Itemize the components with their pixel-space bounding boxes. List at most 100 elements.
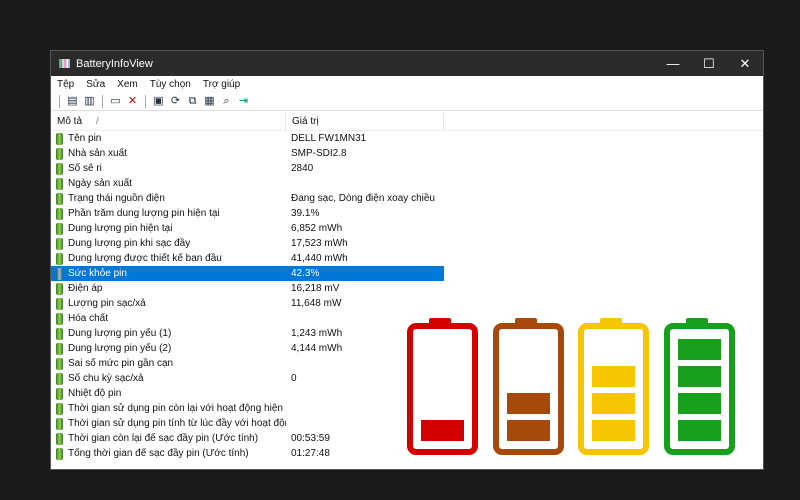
battery-icon	[56, 312, 63, 325]
column-description[interactable]: Mô tả /	[51, 113, 286, 130]
close-button[interactable]: ✕	[727, 56, 763, 72]
battery-bar	[506, 393, 550, 414]
menu-help[interactable]: Trợ giúp	[203, 79, 240, 90]
row-label: Sai số mức pin gần cạn	[68, 358, 174, 369]
table-row[interactable]: Hóa chất	[51, 311, 444, 326]
row-value: 00:53:59	[291, 433, 330, 444]
menu-options[interactable]: Tùy chọn	[150, 79, 191, 90]
battery-icon	[56, 192, 63, 205]
table-row[interactable]: Trạng thái nguồn điện Đang sạc, Dòng điện…	[51, 191, 444, 206]
battery-log-icon[interactable]: ▥	[83, 95, 96, 108]
battery-icon	[56, 222, 63, 235]
row-label: Dung lượng pin khi sạc đầy	[68, 238, 191, 249]
row-label: Tổng thời gian để sạc đầy pin (Ước tính)	[68, 448, 249, 459]
row-value: 17,523 mWh	[291, 238, 348, 249]
table-row[interactable]: Số chu kỳ sạc/xả 0	[51, 371, 444, 386]
table-row[interactable]: Số sê ri 2840	[51, 161, 444, 176]
table-row[interactable]: Dung lượng được thiết kế ban đầu 41,440 m…	[51, 251, 444, 266]
table-row[interactable]: Lượng pin sạc/xả 11,648 mW	[51, 296, 444, 311]
battery-icon	[56, 342, 63, 355]
table-row[interactable]: Sức khỏe pin 42.3%	[51, 266, 444, 281]
row-label: Thời gian sử dụng pin tính từ lúc đầy vớ…	[68, 418, 286, 429]
battery-icon	[56, 297, 63, 310]
row-label: Ngày sản xuất	[68, 178, 132, 189]
battery-bar	[506, 420, 550, 441]
table-row[interactable]: Sai số mức pin gần cạn	[51, 356, 444, 371]
battery-bar	[677, 393, 721, 414]
table-row[interactable]: Dung lượng pin yếu (1) 1,243 mWh	[51, 326, 444, 341]
find-icon[interactable]: ⌕	[220, 95, 233, 108]
row-value: 16,218 mV	[291, 283, 340, 294]
row-label: Điện áp	[68, 283, 103, 294]
row-label: Tên pin	[68, 133, 102, 144]
table-row[interactable]: Nhiệt độ pin	[51, 386, 444, 401]
table-row[interactable]: Thời gian còn lại để sạc đầy pin (Ước tí…	[51, 431, 444, 446]
menu-view[interactable]: Xem	[117, 79, 138, 90]
row-value: 39.1%	[291, 208, 320, 219]
maximize-button[interactable]: ☐	[691, 56, 727, 72]
table-row[interactable]: Thời gian sử dụng pin tính từ lúc đầy vớ…	[51, 416, 444, 431]
column-value[interactable]: Giá trị	[286, 113, 444, 130]
menu-edit[interactable]: Sửa	[86, 79, 105, 90]
properties-icon[interactable]: ▦	[203, 95, 216, 108]
delete-icon[interactable]: ✕	[126, 95, 139, 108]
row-label: Phần trăm dung lượng pin hiện tại	[68, 208, 220, 219]
table-row[interactable]: Dung lượng pin yếu (2) 4,144 mWh	[51, 341, 444, 356]
table-row[interactable]: Thời gian sử dụng pin còn lại với hoạt đ…	[51, 401, 444, 416]
battery-level-icon	[663, 318, 735, 455]
table-row[interactable]: Tên pin DELL FW1MN31	[51, 131, 444, 146]
row-label: Dung lượng được thiết kế ban đầu	[68, 253, 222, 264]
menu-file[interactable]: Tệp	[57, 79, 74, 90]
battery-bar	[421, 420, 464, 441]
battery-icon	[56, 357, 63, 370]
app-icon	[59, 59, 70, 68]
table-row[interactable]: Tổng thời gian để sạc đầy pin (Ước tính)…	[51, 446, 444, 461]
refresh-icon[interactable]: ⟳	[169, 95, 182, 108]
battery-level-icon	[492, 318, 564, 455]
row-value: 41,440 mWh	[291, 253, 348, 264]
window-icon[interactable]: ▭	[109, 95, 122, 108]
row-label: Trạng thái nguồn điện	[68, 193, 165, 204]
row-value: 11,648 mW	[291, 298, 342, 309]
battery-icon	[56, 252, 63, 265]
minimize-button[interactable]: —	[655, 56, 691, 72]
title-bar: BatteryInfoView — ☐ ✕	[51, 51, 763, 76]
row-value: 4,144 mWh	[291, 343, 343, 354]
battery-bar	[677, 366, 721, 387]
list-header: Mô tả / Giá trị	[51, 113, 763, 131]
table-row[interactable]: Nhà sản xuất SMP-SDI2.8	[51, 146, 444, 161]
row-label: Thời gian còn lại để sạc đầy pin (Ước tí…	[68, 433, 259, 444]
row-value: 01:27:48	[291, 448, 330, 459]
row-label: Lượng pin sạc/xả	[68, 298, 146, 309]
copy-icon[interactable]: ⧉	[186, 95, 199, 108]
table-row[interactable]: Dung lượng pin hiện tại 6,852 mWh	[51, 221, 444, 236]
table-row[interactable]: Điện áp 16,218 mV	[51, 281, 444, 296]
battery-icon	[56, 207, 63, 220]
row-label: Hóa chất	[68, 313, 109, 324]
battery-level-icon	[578, 318, 649, 455]
battery-bar	[677, 420, 721, 441]
table-row[interactable]: Ngày sản xuất	[51, 176, 444, 191]
row-label: Nhà sản xuất	[68, 148, 127, 159]
battery-icon	[56, 417, 63, 430]
battery-icon	[56, 432, 63, 445]
save-icon[interactable]: ▣	[152, 95, 165, 108]
battery-icon	[56, 282, 63, 295]
battery-info-icon[interactable]: ▤	[66, 95, 79, 108]
row-value: 42.3%	[291, 268, 320, 279]
row-label: Số chu kỳ sạc/xả	[68, 373, 144, 384]
battery-bar	[677, 339, 721, 360]
battery-icon	[56, 402, 63, 415]
row-label: Dung lượng pin yếu (2)	[68, 343, 172, 354]
battery-level-icon	[407, 318, 478, 455]
battery-icon	[56, 387, 63, 400]
row-label: Số sê ri	[68, 163, 102, 174]
table-row[interactable]: Phần trăm dung lượng pin hiện tại 39.1%	[51, 206, 444, 221]
battery-icon	[56, 162, 63, 175]
battery-icon	[56, 447, 63, 460]
exit-icon[interactable]: ⇥	[237, 95, 250, 108]
row-value: 2840	[291, 163, 314, 174]
battery-icon	[56, 327, 63, 340]
table-row[interactable]: Dung lượng pin khi sạc đầy 17,523 mWh	[51, 236, 444, 251]
menu-bar: Tệp Sửa Xem Tùy chọn Trợ giúp	[51, 76, 763, 93]
